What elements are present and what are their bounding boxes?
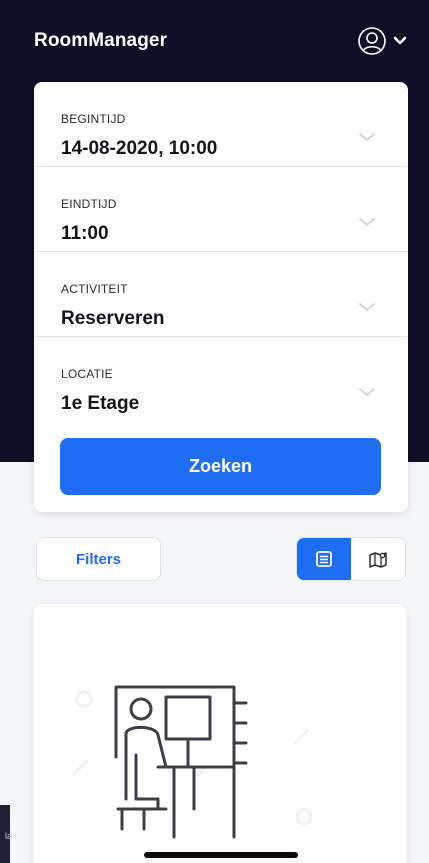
edge-tab: la [0,805,13,863]
user-circle-icon [358,27,386,55]
field-value: Reserveren [61,308,165,329]
map-view-button[interactable] [351,538,405,580]
list-view-button[interactable] [297,538,351,580]
chevron-down-icon [393,36,407,45]
location-field[interactable]: LOCATIE 1e Etage [34,337,408,417]
app-title: RoomManager [34,30,168,51]
field-value: 14-08-2020, 10:00 [61,138,218,159]
field-label: EINDTIJD [61,197,117,211]
chevron-down-icon [359,218,375,226]
field-label: BEGINTIJD [61,112,126,126]
filters-button[interactable]: Filters [36,537,161,581]
user-menu-button[interactable] [357,26,407,56]
map-icon [369,552,387,568]
field-value: 11:00 [61,223,109,244]
start-time-field[interactable]: BEGINTIJD 14-08-2020, 10:00 [34,82,408,167]
field-label: LOCATIE [61,367,113,381]
list-icon [316,551,332,567]
search-button[interactable]: Zoeken [60,438,381,495]
chevron-down-icon [359,133,375,141]
person-at-desk-illustration [74,685,313,839]
edge-tab-label: la [5,831,13,841]
home-indicator[interactable] [144,852,298,858]
field-label: ACTIVITEIT [61,282,128,296]
chevron-down-icon [359,388,375,396]
app-header: RoomManager [34,26,407,56]
field-value: 1e Etage [61,393,140,414]
end-time-field[interactable]: EINDTIJD 11:00 [34,167,408,252]
room-result-card[interactable] [34,604,406,863]
activity-field[interactable]: ACTIVITEIT Reserveren [34,252,408,337]
search-card: BEGINTIJD 14-08-2020, 10:00 EINDTIJD 11:… [34,82,408,512]
view-mode-toggle [296,537,406,581]
chevron-down-icon [359,303,375,311]
